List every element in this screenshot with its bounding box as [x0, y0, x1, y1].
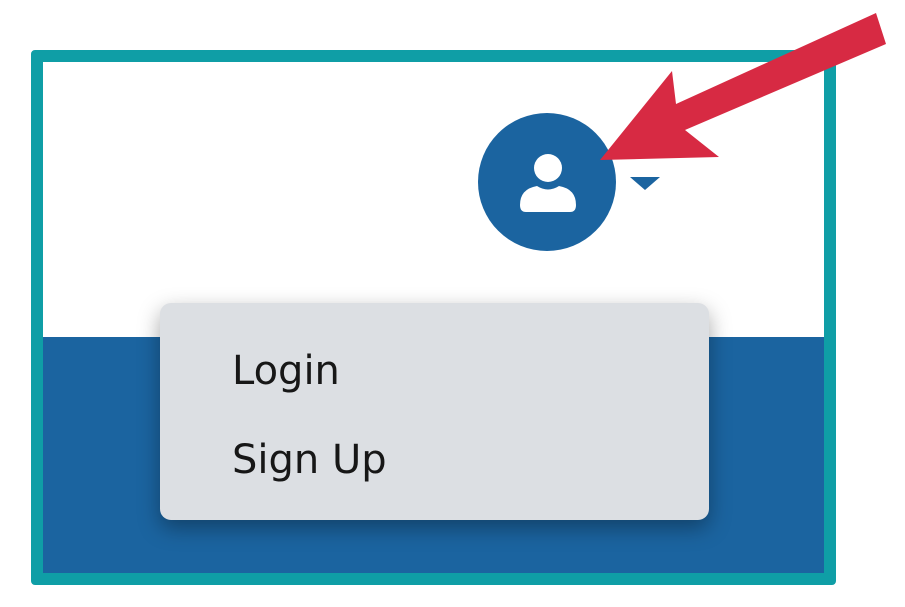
user-avatar-button[interactable]: [478, 113, 616, 251]
user-dropdown-menu: Login Sign Up: [160, 303, 709, 520]
user-icon: [520, 154, 576, 212]
menu-item-login[interactable]: Login: [232, 347, 340, 395]
screenshot-frame: Login Sign Up: [31, 50, 836, 585]
menu-item-sign-up[interactable]: Sign Up: [232, 436, 387, 484]
caret-down-icon[interactable]: [630, 177, 660, 190]
